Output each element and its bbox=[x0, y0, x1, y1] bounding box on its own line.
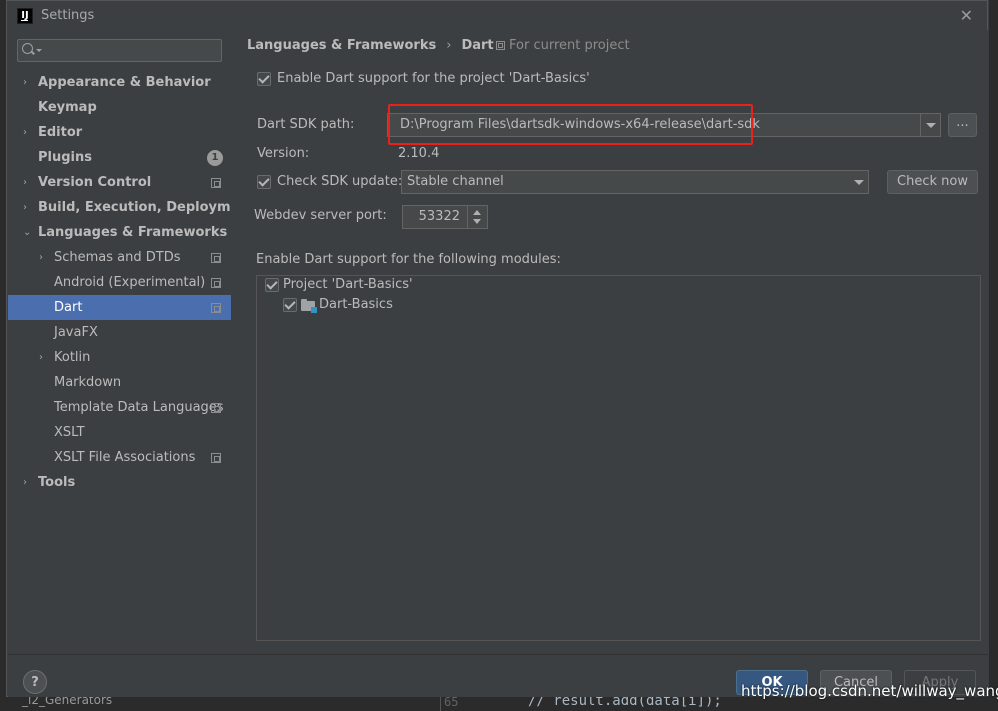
sidebar-item-editor[interactable]: › Editor bbox=[8, 120, 231, 145]
module-item-label: Dart-Basics bbox=[319, 297, 393, 312]
webdev-port-label: Webdev server port: bbox=[254, 208, 387, 223]
enable-dart-label: Enable Dart support for the project 'Dar… bbox=[277, 71, 590, 86]
chevron-right-icon[interactable]: › bbox=[23, 77, 33, 88]
modules-tree: Project 'Dart-Basics' Dart-Basics bbox=[256, 275, 981, 641]
intellij-logo-icon: IJ bbox=[17, 7, 33, 24]
sidebar-item-markdown[interactable]: Markdown bbox=[8, 370, 231, 395]
decrement-icon[interactable] bbox=[473, 219, 481, 224]
breadcrumb-separator: › bbox=[446, 38, 452, 53]
update-channel-select[interactable]: Stable channel bbox=[401, 170, 869, 194]
sidebar-item-label: Tools bbox=[38, 475, 76, 490]
sidebar-item-label: Dart bbox=[54, 300, 83, 315]
search-icon bbox=[22, 43, 33, 54]
project-level-icon bbox=[211, 452, 221, 463]
project-module-checkbox[interactable] bbox=[265, 278, 279, 292]
sidebar-item-android-experimental[interactable]: Android (Experimental) bbox=[8, 270, 231, 295]
version-value: 2.10.4 bbox=[398, 146, 440, 161]
enable-dart-checkbox[interactable] bbox=[257, 72, 271, 86]
sidebar-item-dart[interactable]: Dart bbox=[8, 295, 231, 320]
chevron-right-icon[interactable]: › bbox=[39, 352, 49, 363]
project-level-icon bbox=[211, 177, 221, 188]
settings-content-panel: Languages & Frameworks › Dart For curren… bbox=[231, 30, 988, 654]
sidebar-item-label: XSLT bbox=[54, 425, 85, 440]
stepper-arrows[interactable] bbox=[467, 206, 487, 228]
search-history-dropdown-icon[interactable] bbox=[36, 49, 42, 52]
project-level-icon bbox=[211, 252, 221, 263]
project-level-icon bbox=[211, 402, 221, 413]
project-level-icon bbox=[496, 41, 505, 50]
sidebar-item-label: Kotlin bbox=[54, 350, 91, 365]
check-now-button[interactable]: Check now bbox=[887, 170, 978, 194]
version-label: Version: bbox=[257, 146, 310, 161]
sidebar-item-label: Build, Execution, Deployment bbox=[38, 200, 255, 215]
settings-sidebar: › Appearance & Behavior Keymap › Editor … bbox=[8, 30, 255, 654]
update-channel-value: Stable channel bbox=[407, 174, 504, 189]
title-bar: IJ Settings ✕ bbox=[7, 1, 987, 30]
background-editor-edge bbox=[988, 0, 998, 690]
webdev-port-value: 53322 bbox=[418, 209, 460, 224]
sidebar-item-schemas-dtds[interactable]: › Schemas and DTDs bbox=[8, 245, 231, 270]
sdk-path-label: Dart SDK path: bbox=[257, 117, 355, 132]
settings-dialog: IJ Settings ✕ › Appearance & Behavior Ke… bbox=[6, 0, 988, 697]
sidebar-item-javafx[interactable]: JavaFX bbox=[8, 320, 231, 345]
sidebar-item-tools[interactable]: › Tools bbox=[8, 470, 231, 495]
webdev-port-stepper[interactable]: 53322 bbox=[402, 205, 488, 229]
scope-note-text: For current project bbox=[509, 38, 630, 53]
sidebar-item-label: Template Data Languages bbox=[54, 400, 224, 415]
dart-basics-module-checkbox[interactable] bbox=[283, 298, 297, 312]
project-level-icon bbox=[211, 302, 221, 313]
breadcrumb-item: Languages & Frameworks bbox=[247, 38, 437, 53]
chevron-down-icon[interactable] bbox=[920, 114, 940, 136]
sidebar-item-xslt[interactable]: XSLT bbox=[8, 420, 231, 445]
sidebar-item-build-execution-deployment[interactable]: › Build, Execution, Deployment bbox=[8, 195, 255, 220]
browse-sdk-button[interactable]: ... bbox=[948, 113, 977, 137]
sidebar-item-label: Keymap bbox=[38, 100, 97, 115]
sidebar-item-label: Schemas and DTDs bbox=[54, 250, 181, 265]
sidebar-item-label: Markdown bbox=[54, 375, 122, 390]
sidebar-item-label: Plugins bbox=[38, 150, 92, 165]
chevron-down-icon[interactable]: ⌄ bbox=[23, 227, 33, 238]
modules-label: Enable Dart support for the following mo… bbox=[256, 252, 561, 267]
chevron-right-icon[interactable]: › bbox=[39, 252, 49, 263]
module-item-label: Project 'Dart-Basics' bbox=[283, 277, 413, 292]
sidebar-item-version-control[interactable]: › Version Control bbox=[8, 170, 231, 195]
sidebar-item-xslt-file-associations[interactable]: XSLT File Associations bbox=[8, 445, 231, 470]
sidebar-item-kotlin[interactable]: › Kotlin bbox=[8, 345, 231, 370]
breadcrumb-item: Dart bbox=[461, 38, 494, 53]
sidebar-item-label: JavaFX bbox=[54, 325, 98, 340]
breadcrumb: Languages & Frameworks › Dart bbox=[247, 38, 494, 53]
project-level-icon bbox=[211, 277, 221, 288]
chevron-right-icon[interactable]: › bbox=[23, 202, 33, 213]
scope-note: For current project bbox=[496, 38, 630, 53]
chevron-down-icon[interactable] bbox=[854, 180, 864, 185]
sidebar-item-appearance-behavior[interactable]: › Appearance & Behavior bbox=[8, 70, 231, 95]
sidebar-item-label: Appearance & Behavior bbox=[38, 75, 211, 90]
help-button[interactable]: ? bbox=[23, 670, 47, 694]
sidebar-item-keymap[interactable]: Keymap bbox=[8, 95, 231, 120]
sidebar-item-languages-frameworks[interactable]: ⌄ Languages & Frameworks bbox=[8, 220, 231, 245]
close-icon[interactable]: ✕ bbox=[960, 6, 973, 25]
plugins-update-badge: 1 bbox=[207, 149, 223, 166]
settings-search-input[interactable] bbox=[17, 39, 222, 62]
sidebar-item-label: Android (Experimental) bbox=[54, 275, 206, 290]
sidebar-item-label: Editor bbox=[38, 125, 83, 140]
increment-icon[interactable] bbox=[473, 210, 481, 215]
check-sdk-update-label: Check SDK update: bbox=[277, 174, 403, 189]
window-title: Settings bbox=[41, 8, 95, 23]
chevron-right-icon[interactable]: › bbox=[23, 477, 33, 488]
highlight-annotation-box bbox=[388, 104, 753, 145]
sidebar-item-template-data-languages[interactable]: Template Data Languages bbox=[8, 395, 231, 420]
sidebar-item-label: Version Control bbox=[38, 175, 152, 190]
module-folder-icon bbox=[301, 299, 317, 313]
watermark-text: https://blog.csdn.net/willway_wang bbox=[741, 682, 998, 700]
editor-line-number: 65 bbox=[444, 695, 459, 709]
sidebar-item-label: XSLT File Associations bbox=[54, 450, 196, 465]
chevron-right-icon[interactable]: › bbox=[23, 177, 33, 188]
sidebar-item-label: Languages & Frameworks bbox=[38, 225, 228, 240]
sidebar-item-plugins[interactable]: Plugins 1 bbox=[8, 145, 231, 170]
chevron-right-icon[interactable]: › bbox=[23, 127, 33, 138]
check-sdk-update-checkbox[interactable] bbox=[257, 175, 271, 189]
